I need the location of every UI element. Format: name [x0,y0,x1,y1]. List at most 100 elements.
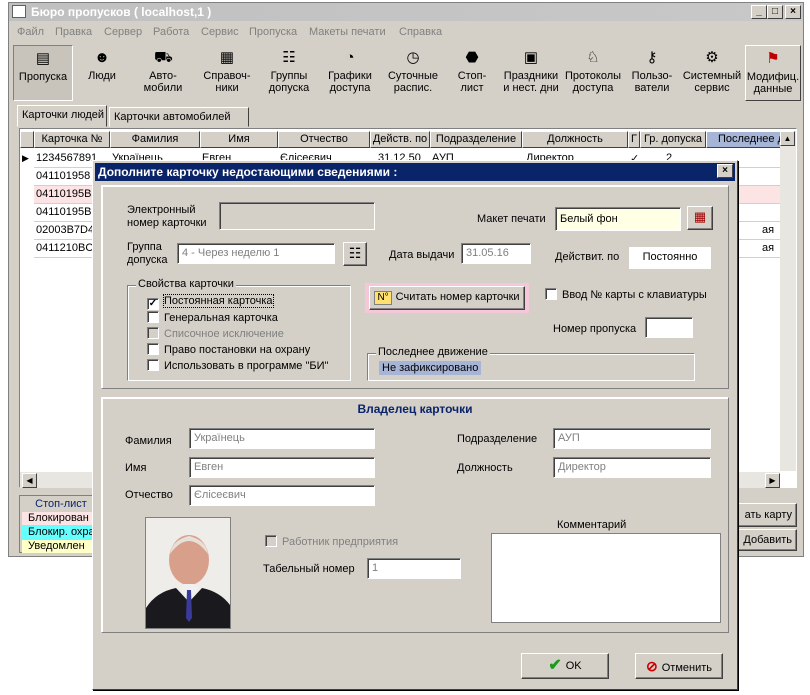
col-card-number[interactable]: Карточка № [34,131,110,148]
clock-icon: ◔ [345,49,355,66]
ok-button[interactable]: ✔ OK [521,653,609,679]
menu-edit[interactable]: Правка [55,26,92,38]
app-icon [12,5,26,18]
dialog-title: Дополните карточку недостающими сведения… [98,165,398,179]
access-group-button[interactable]: ☷ [343,242,367,266]
tool-passes[interactable]: ▤ Пропуска [13,45,73,101]
print-layout-field[interactable]: Белый фон [555,207,681,231]
personnel-number-field[interactable]: 1 [367,558,461,579]
tab-car-cards[interactable]: Карточки автомобилей [109,107,249,127]
tool-stoplist[interactable]: ⬣ Стоп-лист [447,45,497,101]
tool-daily-schedules[interactable]: ◷ Суточные распис. [383,45,443,101]
number-icon: N° [374,291,392,305]
tool-access-schedules[interactable]: ◔ Графики доступа [321,45,379,101]
col-patronymic[interactable]: Отчество [278,131,370,148]
legend-notified: Уведомлен [22,540,100,553]
access-group-label-1: Группа [127,241,162,253]
scroll-left-button[interactable]: ◀ [22,473,37,488]
tool-cars[interactable]: ⛟ Авто-мобили [133,45,193,101]
menu-server[interactable]: Сервер [104,26,142,38]
col-access-group[interactable]: Гр. допуска [640,131,706,148]
tool-system-service[interactable]: ⚙ Системный сервис [681,45,743,101]
clock-icon: ◷ [406,49,420,66]
cell-last-move: ая [762,242,775,254]
row-indicator-header [20,131,34,148]
tab-people-cards[interactable]: Карточки людей [17,105,107,127]
col-g[interactable]: Г [628,131,640,148]
maximize-button[interactable]: □ [767,5,783,19]
checkmark-icon: ✔ [548,657,562,674]
dialog-title-bar: Дополните карточку недостающими сведения… [95,163,735,181]
cell-last-move: ая [762,224,775,236]
use-in-bi-checkbox[interactable]: Использовать в программе "БИ" [147,359,328,372]
permanent-card-checkbox[interactable]: ✓ Постоянная карточка [147,294,274,310]
scroll-right-button[interactable]: ▶ [765,473,780,488]
close-button[interactable]: × [785,5,801,19]
position-field[interactable]: Директор [553,457,711,478]
department-label: Подразделение [457,433,538,445]
print-layout-label: Макет печати [477,213,546,225]
tool-holidays[interactable]: ▣ Праздники и нест. дни [501,45,561,101]
department-field[interactable]: АУП [553,428,711,449]
general-card-checkbox[interactable]: Генеральная карточка [147,311,278,324]
cancel-button[interactable]: ⊘ Отменить [635,653,723,679]
col-department[interactable]: Подразделение [430,131,522,148]
name-field[interactable]: Евген [189,457,375,478]
electronic-card-label-2: номер карточки [127,217,207,229]
arming-right-checkbox[interactable]: Право постановки на охрану [147,343,310,356]
window-title: Бюро пропусков ( localhost,1 ) [31,5,212,19]
list-exception-checkbox: Списочное исключение [147,327,284,340]
scroll-up-button[interactable]: ▲ [780,131,795,146]
issue-date-label: Дата выдачи [389,249,455,261]
electronic-card-field [219,202,375,230]
print-layout-button[interactable]: ▦ [687,206,713,230]
minimize-button[interactable]: _ [751,5,767,19]
name-label: Имя [125,462,147,474]
checkmark-icon: ✓ [147,298,159,310]
card-properties-title: Свойства карточки [136,278,236,290]
dialog-close-button[interactable]: × [717,164,733,178]
group-icon: ☷ [282,49,296,66]
surname-field[interactable]: Українець [189,428,375,449]
menu-print-layouts[interactable]: Макеты печати [309,26,386,38]
col-position[interactable]: Должность [522,131,628,148]
valid-until-field[interactable]: Постоянно [629,247,711,269]
tool-people[interactable]: ☻ Люди [77,45,127,101]
comment-field[interactable] [491,533,721,623]
pass-number-label: Номер пропуска [553,323,637,335]
menu-service[interactable]: Сервис [201,26,239,38]
keyboard-input-checkbox[interactable]: Ввод № карты с клавиатуры [545,288,707,301]
last-move-title: Последнее движение [376,346,490,358]
tool-access-groups[interactable]: ☷ Группы допуска [261,45,317,101]
toolbar: ▤ Пропуска ☻ Люди ⛟ Авто-мобили ▦ Справоч-ни… [11,43,803,103]
owner-photo [145,517,231,629]
access-group-field[interactable]: 4 - Через неделю 1 [177,243,335,264]
col-valid-until[interactable]: Действ. по [370,131,430,148]
grid-icon: ▦ [219,49,235,66]
tool-modified-data[interactable]: ⚑ Модифиц. данные [745,45,801,101]
printer-icon: ▦ [693,209,707,224]
patronymic-field[interactable]: Єлісеєвич [189,485,375,506]
tool-users[interactable]: ⚷ Пользо-ватели [625,45,679,101]
menu-help[interactable]: Справка [399,26,442,38]
read-card-number-button[interactable]: N° Считать номер карточки [369,286,525,310]
tool-references[interactable]: ▦ Справоч-ники [197,45,257,101]
col-surname[interactable]: Фамилия [110,131,200,148]
cancel-icon: ⊘ [646,658,658,674]
issue-date-field[interactable]: 31.05.16 [461,243,531,264]
vertical-scrollbar[interactable] [780,131,796,471]
menu-passes[interactable]: Пропуска [249,26,297,38]
pass-number-field[interactable] [645,317,693,338]
valid-until-label: Действит. по [555,251,620,263]
access-group-label-2: допуска [127,254,168,266]
issue-card-button[interactable]: ать карту [733,503,797,527]
menu-file[interactable]: Файл [17,26,44,38]
col-name[interactable]: Имя [200,131,278,148]
menu-work[interactable]: Работа [153,26,189,38]
group-icon: ☷ [348,245,362,261]
stoplist-legend: Стоп-лист Блокирован Блокир. охра Уведом… [19,495,101,553]
stop-icon: ⬣ [465,49,479,66]
tool-access-logs[interactable]: ♘ Протоколы доступа [563,45,623,101]
add-button[interactable]: Добавить [733,529,797,551]
key-icon: ⚷ [646,49,658,66]
